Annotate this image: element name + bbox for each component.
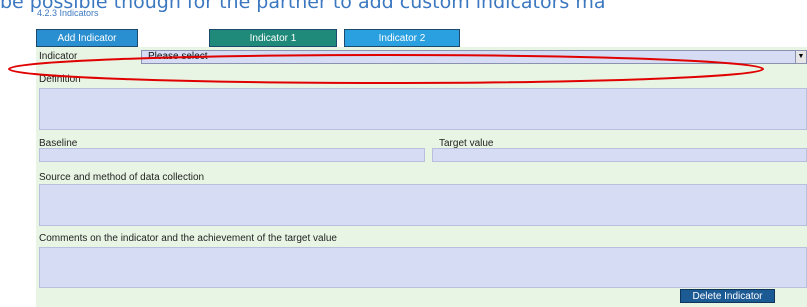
delete-indicator-button[interactable]: Delete Indicator	[680, 289, 775, 303]
source-method-label: Source and method of data collection	[39, 172, 205, 183]
tab-add-indicator-label: Add Indicator	[57, 32, 117, 44]
target-value-field[interactable]	[432, 148, 807, 162]
indicator-label: Indicator	[39, 51, 78, 62]
baseline-field[interactable]	[39, 148, 425, 162]
indicator-form-panel: Indicator Please select ▼ Definition Bas…	[36, 47, 807, 307]
delete-indicator-label: Delete Indicator	[692, 290, 763, 302]
tab-indicator-1-label: Indicator 1	[249, 32, 297, 44]
comments-field[interactable]	[39, 247, 807, 288]
section-label: 4.2.3 Indicators	[37, 8, 99, 18]
source-method-field[interactable]	[39, 184, 807, 226]
tab-add-indicator[interactable]: Add Indicator	[36, 29, 138, 47]
comments-label: Comments on the indicator and the achiev…	[39, 233, 337, 244]
indicator-select-value: Please select	[148, 51, 208, 62]
definition-field[interactable]	[39, 88, 807, 130]
indicator-select[interactable]: Please select ▼	[141, 50, 807, 64]
definition-label: Definition	[39, 74, 81, 85]
chevron-down-icon[interactable]: ▼	[795, 51, 806, 63]
tab-indicator-1[interactable]: Indicator 1	[209, 29, 337, 47]
tab-indicator-2[interactable]: Indicator 2	[344, 29, 460, 47]
tab-indicator-2-label: Indicator 2	[378, 32, 426, 44]
